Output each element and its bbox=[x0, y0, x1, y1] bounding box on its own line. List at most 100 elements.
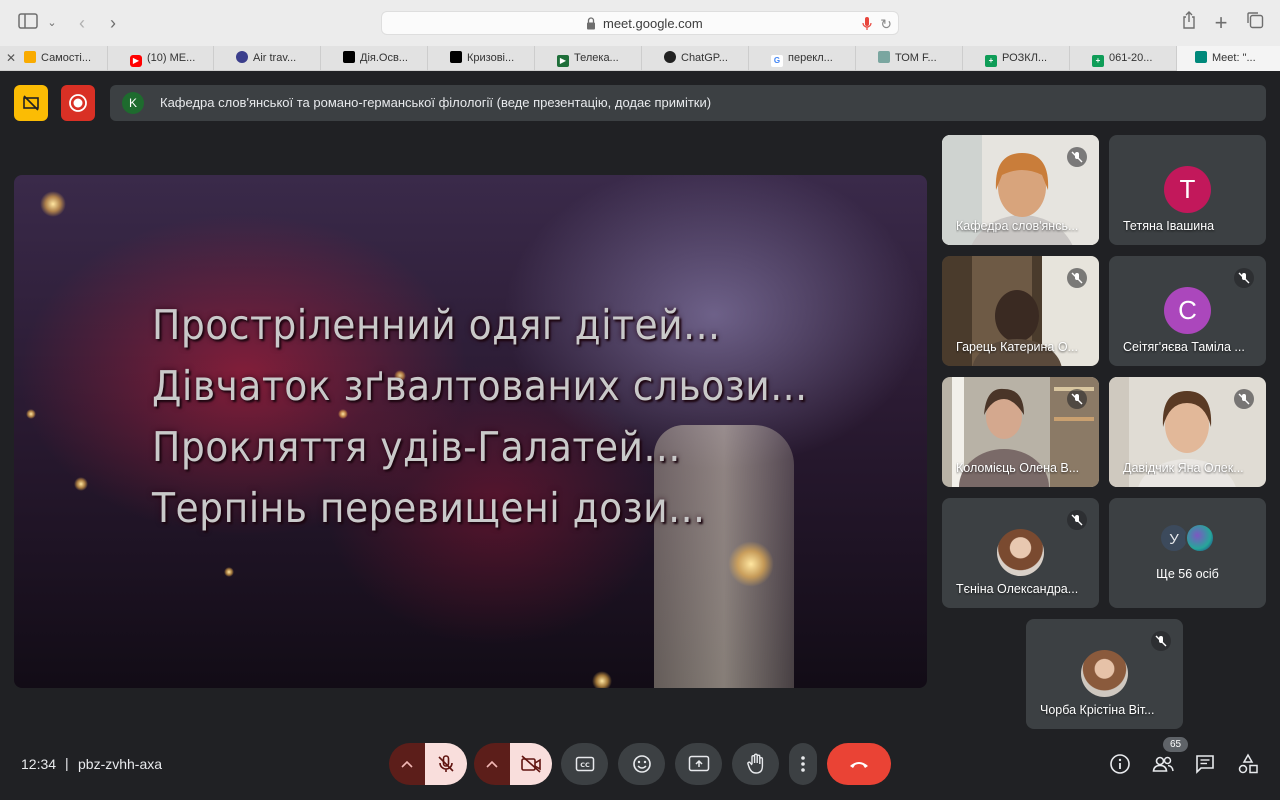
meeting-clock: 12:34 bbox=[21, 756, 57, 772]
youtube-icon: ▶ bbox=[130, 55, 142, 67]
participant-tile[interactable]: Гарець Катерина О... bbox=[942, 256, 1099, 366]
tab-telekanal[interactable]: ▶ Телека... bbox=[535, 46, 642, 71]
chevron-up-icon bbox=[401, 760, 413, 768]
play-icon: ▶ bbox=[557, 55, 569, 67]
activities-icon[interactable] bbox=[1237, 753, 1259, 775]
chat-icon[interactable] bbox=[1194, 753, 1216, 775]
participant-name: Чорба Крістіна Віт... bbox=[1040, 703, 1155, 717]
browser-toolbar: ⌄ ‹ › meet.google.com ↻ + bbox=[0, 0, 1280, 46]
spark bbox=[26, 409, 36, 419]
participant-tile[interactable]: Тєніна Олександра... bbox=[942, 498, 1099, 608]
google-icon: G bbox=[771, 55, 783, 67]
participant-name: Тєніна Олександра... bbox=[956, 582, 1079, 596]
tab-diia-osvita[interactable]: Дія.Осв... bbox=[321, 46, 428, 71]
tab-meet[interactable]: Meet: "... bbox=[1177, 46, 1280, 71]
participant-name: Коломієць Олена В... bbox=[956, 461, 1080, 475]
audio-options-button[interactable] bbox=[389, 743, 425, 785]
more-options-button[interactable] bbox=[789, 743, 817, 785]
favicon-icon bbox=[236, 51, 248, 63]
tab-kryzovi[interactable]: Кризові... bbox=[428, 46, 535, 71]
participant-avatar: С bbox=[1164, 287, 1211, 334]
more-vert-icon bbox=[801, 756, 805, 772]
tab-youtube[interactable]: ▶ (10) ME... bbox=[108, 46, 214, 71]
hand-icon bbox=[746, 753, 763, 774]
presentation-stage: Простріленний одяг дітей... Дівчаток зґв… bbox=[14, 175, 927, 688]
participant-photo bbox=[1081, 650, 1128, 697]
more-participants-tile[interactable]: У Ще 56 осіб bbox=[1109, 498, 1266, 608]
microphone-icon[interactable] bbox=[862, 16, 872, 32]
participant-photo bbox=[997, 529, 1044, 576]
spark bbox=[592, 671, 612, 688]
presenter-avatar: K bbox=[122, 92, 144, 114]
microphone-toggle-button[interactable] bbox=[425, 743, 467, 785]
participant-tile[interactable]: Кафедра слов'янсь... bbox=[942, 135, 1099, 245]
meet-icon bbox=[1195, 51, 1207, 63]
participant-tile[interactable]: С Сеітяг'яєва Таміла ... bbox=[1109, 256, 1266, 366]
new-tab-icon[interactable]: + bbox=[1209, 11, 1233, 35]
slide-line: Дівчаток зґвалтованих сльози... bbox=[152, 362, 808, 410]
slide-line: Простріленний одяг дітей... bbox=[152, 301, 721, 349]
diia-icon bbox=[450, 51, 462, 63]
captions-icon: CC bbox=[575, 756, 594, 772]
reactions-button[interactable] bbox=[618, 743, 665, 785]
slide-line: Прокляття удів-Галатей... bbox=[152, 423, 681, 471]
mic-off-icon bbox=[1234, 389, 1254, 409]
sidebar-toggle-icon[interactable] bbox=[16, 11, 40, 35]
more-participants-label: Ще 56 осіб bbox=[1156, 567, 1219, 581]
chevron-down-icon[interactable]: ⌄ bbox=[40, 11, 64, 35]
mic-off-icon bbox=[438, 755, 454, 772]
record-icon bbox=[69, 94, 87, 112]
svg-text:CC: CC bbox=[580, 761, 590, 769]
raise-hand-button[interactable] bbox=[732, 743, 779, 785]
mic-off-icon bbox=[1067, 510, 1087, 530]
participant-tile[interactable]: Давідчик Яна Олек... bbox=[1109, 377, 1266, 487]
participant-photo bbox=[1185, 523, 1215, 553]
hang-up-icon bbox=[850, 762, 868, 768]
mic-off-icon bbox=[1067, 147, 1087, 167]
close-tab-icon[interactable]: ✕ bbox=[6, 51, 16, 65]
camera-off-notice-button[interactable] bbox=[14, 85, 48, 121]
tab-chatgpt[interactable]: ChatGP... bbox=[642, 46, 749, 71]
chevron-up-icon bbox=[486, 760, 498, 768]
participant-name: Кафедра слов'янсь... bbox=[956, 219, 1079, 233]
info-icon[interactable] bbox=[1109, 753, 1131, 775]
present-screen-button[interactable] bbox=[675, 743, 722, 785]
meeting-code: pbz-zvhh-axa bbox=[78, 756, 163, 772]
mic-off-icon bbox=[1234, 268, 1254, 288]
tab-google-translate[interactable]: Gперекл... bbox=[749, 46, 856, 71]
tab-overview-icon[interactable] bbox=[1243, 11, 1267, 35]
reload-icon[interactable]: ↻ bbox=[880, 16, 892, 32]
share-icon[interactable] bbox=[1177, 11, 1201, 35]
end-call-button[interactable] bbox=[827, 743, 891, 785]
mic-off-icon bbox=[1151, 631, 1171, 651]
slide-line: Терпінь перевищені дози... bbox=[152, 484, 706, 532]
tab-samosti[interactable]: Самості... bbox=[20, 46, 108, 71]
camera-off-icon bbox=[521, 755, 541, 773]
people-icon[interactable] bbox=[1152, 753, 1174, 775]
recording-button[interactable] bbox=[61, 85, 95, 121]
participant-name: Гарець Катерина О... bbox=[956, 340, 1078, 354]
tab-rozklad[interactable]: + РОЗКЛ... bbox=[963, 46, 1070, 71]
people-count-badge: 65 bbox=[1163, 737, 1188, 752]
address-bar[interactable]: meet.google.com ↻ bbox=[381, 11, 899, 35]
presenter-banner: K Кафедра слов'янської та романо-германс… bbox=[110, 85, 1266, 121]
captions-button[interactable]: CC bbox=[561, 743, 608, 785]
participant-tile[interactable]: Чорба Крістіна Віт... bbox=[1026, 619, 1183, 729]
sheets-icon: + bbox=[985, 55, 997, 67]
presenter-text: Кафедра слов'янської та романо-германськ… bbox=[160, 95, 712, 110]
forward-icon[interactable]: › bbox=[101, 11, 125, 35]
favicon-icon bbox=[24, 51, 36, 63]
participant-avatar: Т bbox=[1164, 166, 1211, 213]
tab-air-travel[interactable]: Air trav... bbox=[214, 46, 321, 71]
camera-toggle-button[interactable] bbox=[510, 743, 552, 785]
tab-tom[interactable]: ТОМ F... bbox=[856, 46, 963, 71]
participant-tile[interactable]: Т Тетяна Івашина bbox=[1109, 135, 1266, 245]
participant-name: Давідчик Яна Олек... bbox=[1123, 461, 1244, 475]
spark bbox=[728, 541, 774, 587]
spark bbox=[224, 567, 234, 577]
tab-061[interactable]: +061-20... bbox=[1070, 46, 1177, 71]
back-icon[interactable]: ‹ bbox=[70, 11, 94, 35]
participant-tile[interactable]: Коломієць Олена В... bbox=[942, 377, 1099, 487]
video-options-button[interactable] bbox=[474, 743, 510, 785]
screen-share-off-icon bbox=[23, 95, 39, 111]
